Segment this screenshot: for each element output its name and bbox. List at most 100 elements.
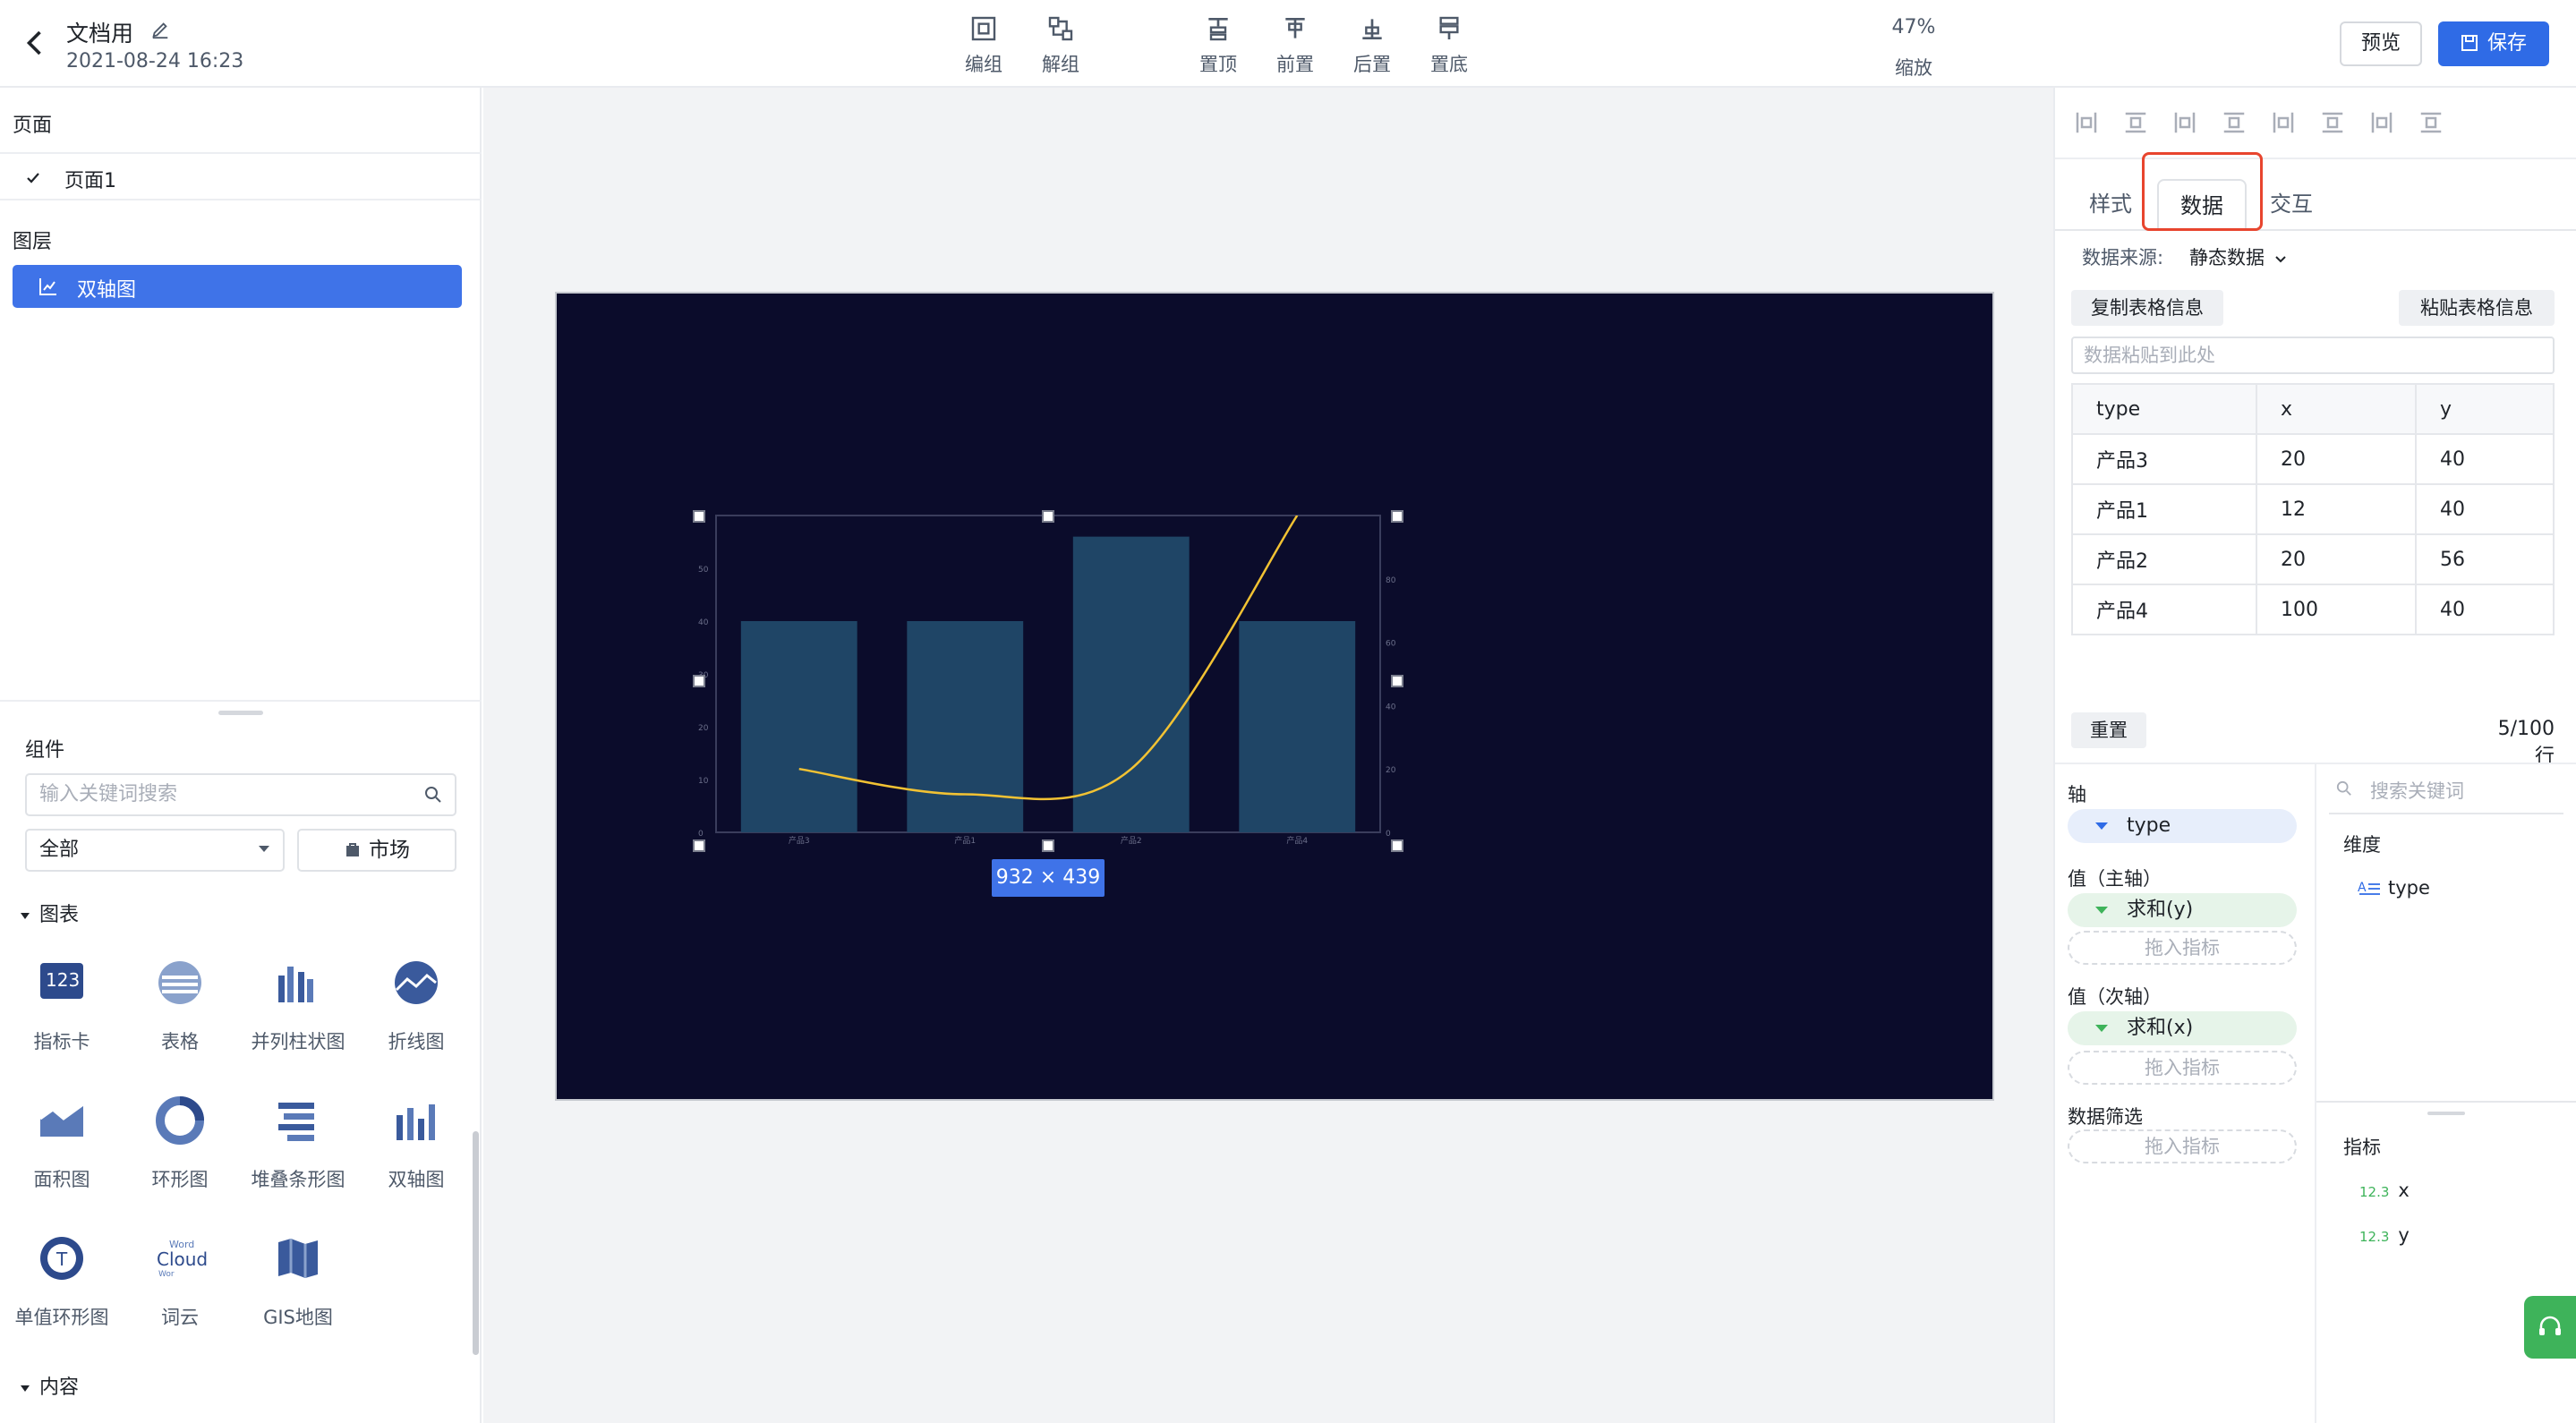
category-select[interactable]: 全部 xyxy=(25,829,285,872)
component-item[interactable]: 面积图 xyxy=(4,1092,120,1226)
table-cell[interactable]: 产品1 xyxy=(2071,483,2257,535)
align-middle-v-icon[interactable] xyxy=(2368,109,2395,136)
back-arrow-icon[interactable] xyxy=(20,27,52,59)
measure-field-y[interactable]: 12.3 y xyxy=(2359,1224,2410,1246)
component-item[interactable]: GIS地图 xyxy=(240,1230,356,1364)
document-timestamp: 2021-08-24 16:23 xyxy=(66,50,244,72)
resize-handle[interactable] xyxy=(693,510,705,523)
primary-drop-zone[interactable]: 拖入指标 xyxy=(2068,931,2297,965)
paste-data-input[interactable]: 数据粘贴到此处 xyxy=(2071,337,2555,374)
send-to-bottom-button[interactable]: 置底 xyxy=(1418,14,1480,77)
bring-forward-button[interactable]: 前置 xyxy=(1264,14,1326,77)
layer-item-dual-axis[interactable]: 双轴图 xyxy=(13,265,462,308)
resize-handle[interactable] xyxy=(2427,1112,2465,1115)
resize-handle[interactable] xyxy=(1042,510,1054,523)
number-field-icon: 12.3 xyxy=(2359,1184,2390,1200)
edit-pencil-icon[interactable] xyxy=(150,20,170,39)
paste-table-button[interactable]: 粘贴表格信息 xyxy=(2399,290,2555,326)
market-button[interactable]: 市场 xyxy=(297,829,456,872)
component-item[interactable]: 折线图 xyxy=(358,954,474,1088)
measure-field-x[interactable]: 12.3 x xyxy=(2359,1180,2410,1201)
table-cell[interactable]: 20 xyxy=(2256,433,2417,485)
content-group-toggle[interactable]: 内容 xyxy=(20,1371,79,1400)
component-item[interactable]: 堆叠条形图 xyxy=(240,1092,356,1226)
table-cell[interactable]: 40 xyxy=(2415,433,2555,485)
area-chart-icon xyxy=(39,1103,84,1137)
table-cell[interactable]: 12 xyxy=(2256,483,2417,535)
table-cell[interactable]: 产品4 xyxy=(2071,584,2257,635)
resize-handle[interactable] xyxy=(693,839,705,852)
bar-产品3 xyxy=(740,621,857,832)
align-right-icon[interactable] xyxy=(2270,109,2297,136)
component-item[interactable]: 双轴图 xyxy=(358,1092,474,1226)
table-cell[interactable]: 40 xyxy=(2415,483,2555,535)
tab-style[interactable]: 样式 xyxy=(2075,179,2146,229)
ungroup-button[interactable]: 解组 xyxy=(1029,14,1092,77)
copy-table-button[interactable]: 复制表格信息 xyxy=(2071,290,2223,326)
bar-产品4 xyxy=(1239,621,1356,832)
send-backward-button[interactable]: 后置 xyxy=(1341,14,1403,77)
save-button[interactable]: 保存 xyxy=(2438,21,2549,66)
component-label: 双轴图 xyxy=(388,1169,445,1190)
secondary-drop-zone[interactable]: 拖入指标 xyxy=(2068,1051,2297,1085)
table-row[interactable]: 产品1 12 40 xyxy=(2071,483,2555,535)
align-center-h-icon[interactable] xyxy=(2221,109,2248,136)
component-search-input[interactable]: 输入关键词搜索 xyxy=(25,773,456,816)
preview-button[interactable]: 预览 xyxy=(2340,21,2422,66)
secondary-field-pill[interactable]: 求和(x) xyxy=(2068,1011,2297,1045)
resize-handle[interactable] xyxy=(218,711,263,715)
svg-text:123: 123 xyxy=(46,969,80,991)
bring-to-top-button[interactable]: 置顶 xyxy=(1187,14,1250,77)
send-backward-icon xyxy=(1362,19,1382,39)
tab-interaction[interactable]: 交互 xyxy=(2256,179,2327,229)
resize-handle[interactable] xyxy=(1042,839,1054,852)
component-item[interactable]: Word Cloud Wor 词云 xyxy=(122,1230,238,1364)
data-source-select[interactable]: 静态数据 xyxy=(2189,243,2287,270)
align-bottom-icon[interactable] xyxy=(2418,109,2444,136)
table-cell[interactable]: 产品2 xyxy=(2071,533,2257,585)
distribute-horizontal-icon[interactable] xyxy=(2073,109,2100,136)
table-cell[interactable]: 56 xyxy=(2415,533,2555,585)
divider xyxy=(0,152,482,154)
table-row[interactable]: 产品3 20 40 xyxy=(2071,433,2555,485)
component-item[interactable]: 表格 xyxy=(122,954,238,1088)
charts-group-toggle[interactable]: 图表 xyxy=(20,899,79,927)
dimension-field-type[interactable]: Atype xyxy=(2358,877,2430,899)
component-item[interactable]: 123 指标卡 xyxy=(4,954,120,1088)
distribute-vertical-icon[interactable] xyxy=(2122,109,2149,136)
table-cell[interactable]: 40 xyxy=(2415,584,2555,635)
filter-drop-zone[interactable]: 拖入指标 xyxy=(2068,1129,2297,1163)
x-axis-tick: 产品3 xyxy=(789,835,810,846)
component-item[interactable]: 环形图 xyxy=(122,1092,238,1226)
component-label: 并列柱状图 xyxy=(251,1031,345,1052)
axis-field-pill[interactable]: type xyxy=(2068,809,2297,843)
align-left-icon[interactable] xyxy=(2171,109,2198,136)
resize-handle[interactable] xyxy=(1391,510,1403,523)
resize-handle[interactable] xyxy=(1391,839,1403,852)
left-scrollbar[interactable] xyxy=(473,1131,479,1355)
table-row[interactable]: 产品4 100 40 xyxy=(2071,584,2555,635)
primary-field-pill[interactable]: 求和(y) xyxy=(2068,893,2297,927)
resize-handle[interactable] xyxy=(1391,675,1403,687)
dual-axis-icon xyxy=(397,1104,435,1140)
group-icon xyxy=(971,16,996,41)
align-top-icon[interactable] xyxy=(2319,109,2346,136)
reset-button[interactable]: 重置 xyxy=(2071,712,2146,748)
field-search-input[interactable]: 搜索关键词 xyxy=(2329,773,2563,814)
secondary-axis-label: 值（次轴） xyxy=(2068,986,2162,1008)
dual-axis-chart[interactable]: 01020304050020406080产品3产品1产品2产品4 xyxy=(695,514,1402,846)
component-item[interactable]: 并列柱状图 xyxy=(240,954,356,1088)
page-item-1[interactable]: 页面1 xyxy=(0,158,482,200)
stacked-bar-icon xyxy=(278,1103,314,1141)
component-item[interactable]: T 单值环形图 xyxy=(4,1230,120,1364)
table-cell[interactable]: 产品3 xyxy=(2071,433,2257,485)
dimension-field-label: type xyxy=(2388,877,2430,899)
table-row[interactable]: 产品2 20 56 xyxy=(2071,533,2555,585)
table-cell[interactable]: 20 xyxy=(2256,533,2417,585)
group-button[interactable]: 编组 xyxy=(952,14,1015,77)
table-cell[interactable]: 100 xyxy=(2256,584,2417,635)
data-filter-label: 数据筛选 xyxy=(2068,1106,2143,1128)
resize-handle[interactable] xyxy=(693,675,705,687)
zoom-value[interactable]: 47% xyxy=(1889,16,1939,38)
help-support-button[interactable] xyxy=(2524,1296,2576,1359)
